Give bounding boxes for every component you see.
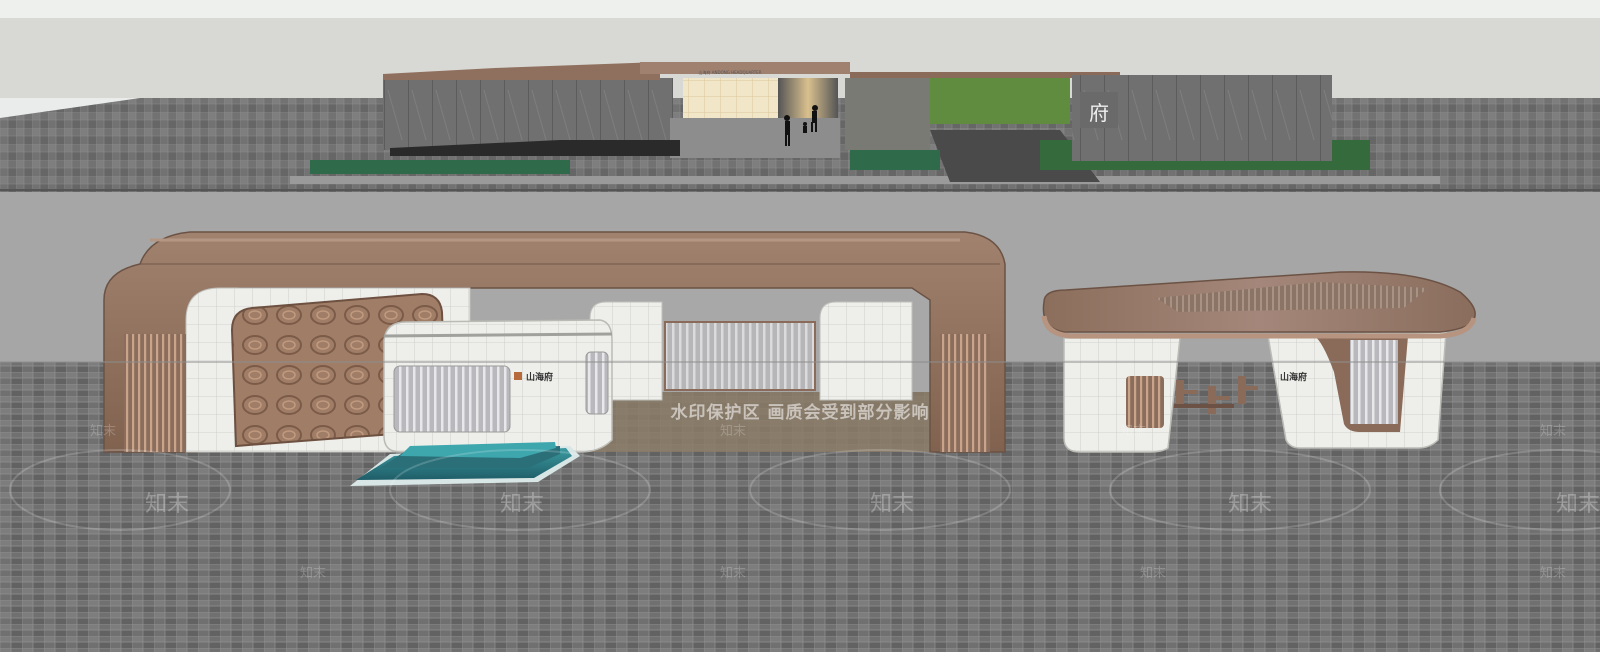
- guard-sign-logo: 山海府: [1280, 371, 1307, 383]
- upper-plaza: [670, 118, 840, 158]
- upper-green-strip: [850, 150, 940, 170]
- main-gate: 山海府: [103, 231, 1006, 486]
- upper-lobby-light: [778, 78, 838, 118]
- guard-window-left: [1126, 376, 1164, 428]
- upper-stone-pillar: [845, 78, 930, 150]
- sliding-gate: [665, 322, 815, 390]
- upper-stone-wall-left: [383, 78, 673, 150]
- gate-grille-right: [940, 334, 990, 452]
- upper-lawn: [930, 78, 1070, 124]
- top-bar: [0, 0, 1600, 18]
- upper-sign-text: 山海府 ANDONG HEADQUARTER: [699, 69, 762, 75]
- kiosk-logo-box: [514, 372, 522, 380]
- upper-model: 府 山海府 ANDONG HEADQUARTER: [290, 62, 1440, 184]
- gate-white-wall-right: [819, 301, 913, 401]
- kiosk-window: [393, 365, 511, 433]
- upper-glass-lobby: [683, 78, 778, 118]
- gate-grille-left: [124, 334, 186, 452]
- architectural-rendering: 府 山海府 ANDONG HEADQUARTER 山海府 山海府: [0, 0, 1600, 652]
- upper-emblem: 府: [1089, 101, 1109, 125]
- gate-sign-logo: 山海府: [526, 371, 553, 383]
- gate-kiosk: 山海府: [383, 319, 613, 453]
- kiosk-side-window: [585, 351, 609, 415]
- upper-green-strip: [310, 160, 570, 174]
- guard-grille-right: [1350, 340, 1398, 424]
- upper-sidewalk: [290, 176, 1440, 184]
